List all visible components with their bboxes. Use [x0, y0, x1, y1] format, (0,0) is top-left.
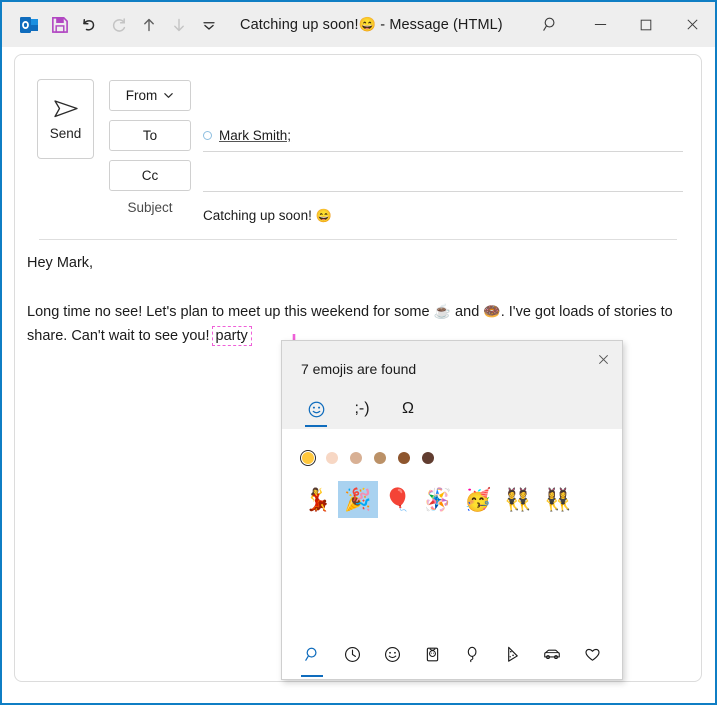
emoji-category-nav — [282, 629, 622, 679]
pizza-icon — [507, 646, 518, 662]
undo-icon[interactable] — [74, 10, 104, 40]
emoji-partying-face[interactable]: 🥳 — [458, 481, 498, 518]
skin-tone-medium-light[interactable] — [350, 452, 362, 464]
nav-recent[interactable] — [335, 637, 369, 671]
from-button-label: From — [125, 88, 158, 103]
window-title: Catching up soon!😄 - Message (HTML) — [240, 16, 503, 33]
title-bar: Catching up soon!😄 - Message (HTML) — [2, 2, 715, 47]
from-button[interactable]: From — [109, 80, 191, 111]
emoji-picker-panel: 7 emojis are found ;-) Ω — [281, 340, 623, 680]
tab-symbols-label: Ω — [402, 400, 414, 417]
tab-kaomoji-label: ;-) — [354, 400, 370, 417]
message-body-editor[interactable]: Hey Mark, Long time no see! Let's plan t… — [27, 251, 681, 348]
to-field[interactable]: Mark Smith; — [203, 120, 683, 152]
person-icon — [426, 647, 438, 661]
subject-emoji: 😄 — [315, 207, 333, 223]
body-text-part1: Long time no see! Let's plan to meet up … — [27, 304, 434, 320]
skin-tone-dark[interactable] — [422, 452, 434, 464]
emoji-balloon[interactable]: 🎈 — [378, 481, 418, 518]
heart-icon — [584, 648, 600, 661]
coffee-emoji: ☕ — [433, 303, 452, 319]
emoji-pinata[interactable]: 🪅 — [418, 481, 458, 518]
cc-button-label: Cc — [141, 168, 159, 183]
tab-emoji[interactable] — [299, 393, 333, 427]
chevron-down-icon — [164, 93, 174, 98]
customize-toolbar-icon[interactable] — [194, 10, 224, 40]
outlook-logo-icon — [14, 10, 44, 40]
typed-keyword-highlight: party — [211, 326, 252, 346]
nav-food[interactable] — [495, 637, 529, 671]
nav-people[interactable] — [415, 637, 449, 671]
window-title-emoji: 😄 — [358, 16, 377, 32]
emoji-people-bunny-ears[interactable]: 👯 — [498, 481, 538, 518]
close-icon[interactable] — [590, 347, 616, 371]
redo-icon — [104, 10, 134, 40]
close-icon[interactable] — [669, 2, 715, 47]
donut-emoji: 🍩 — [483, 303, 501, 319]
send-icon — [53, 99, 78, 117]
skin-tone-default[interactable] — [300, 450, 316, 466]
skin-tone-medium[interactable] — [374, 452, 386, 464]
send-button-label: Send — [49, 125, 82, 141]
window-controls — [523, 2, 715, 47]
minimize-icon[interactable] — [577, 2, 623, 47]
emoji-women-bunny-ears[interactable]: 👯‍♀️ — [538, 481, 578, 518]
maximize-icon[interactable] — [623, 2, 669, 47]
window-title-suffix: - Message (HTML) — [380, 17, 503, 33]
tab-kaomoji[interactable]: ;-) — [345, 393, 379, 425]
subject-field[interactable]: Catching up soon! 😄 — [203, 200, 683, 231]
skin-tone-selector — [300, 450, 434, 466]
move-down-icon — [164, 10, 194, 40]
to-button-label: To — [142, 128, 158, 143]
search-icon — [304, 647, 317, 661]
clock-icon — [344, 646, 360, 662]
balloon-icon — [467, 646, 476, 662]
emoji-panel-header: 7 emojis are found ;-) Ω — [282, 341, 622, 429]
emoji-results-grid: 💃 🎉 🎈 🪅 🥳 👯 👯‍♀️ — [298, 481, 612, 518]
to-button[interactable]: To — [109, 120, 191, 151]
search-icon[interactable] — [523, 2, 577, 47]
nav-travel[interactable] — [535, 637, 569, 671]
body-text-part2: and — [451, 304, 484, 320]
car-icon — [544, 649, 560, 660]
nav-smileys[interactable] — [375, 637, 409, 671]
window-title-text: Catching up soon! — [240, 17, 359, 33]
skin-tone-light[interactable] — [326, 452, 338, 464]
move-up-icon[interactable] — [134, 10, 164, 40]
result-count-label: 7 emojis are found — [301, 361, 417, 377]
cc-button[interactable]: Cc — [109, 160, 191, 191]
send-button[interactable]: Send — [37, 79, 94, 159]
emoji-party-popper[interactable]: 🎉 — [338, 481, 378, 518]
message-compose-window: Catching up soon!😄 - Message (HTML) Send… — [0, 0, 717, 705]
header-divider — [39, 239, 677, 240]
smiley-icon — [384, 646, 400, 662]
skin-tone-medium-dark[interactable] — [398, 452, 410, 464]
tab-symbols[interactable]: Ω — [391, 393, 425, 425]
nav-symbols[interactable] — [575, 637, 609, 671]
subject-field-value: Catching up soon! — [203, 208, 312, 223]
presence-indicator-icon — [203, 131, 212, 140]
nav-celebration[interactable] — [455, 637, 489, 671]
cc-field[interactable] — [203, 160, 683, 192]
body-greeting: Hey Mark, — [27, 255, 94, 271]
compose-header: Send From To Cc Subject Mark Smith; Catc… — [15, 55, 701, 240]
smiley-icon — [308, 401, 324, 417]
emoji-panel-tabs: ;-) Ω — [299, 393, 425, 427]
emoji-woman-dancing[interactable]: 💃 — [298, 481, 338, 518]
nav-search[interactable] — [295, 637, 329, 677]
save-icon[interactable] — [44, 10, 74, 40]
recipient-chip[interactable]: Mark Smith; — [219, 128, 291, 143]
subject-label: Subject — [127, 200, 173, 215]
